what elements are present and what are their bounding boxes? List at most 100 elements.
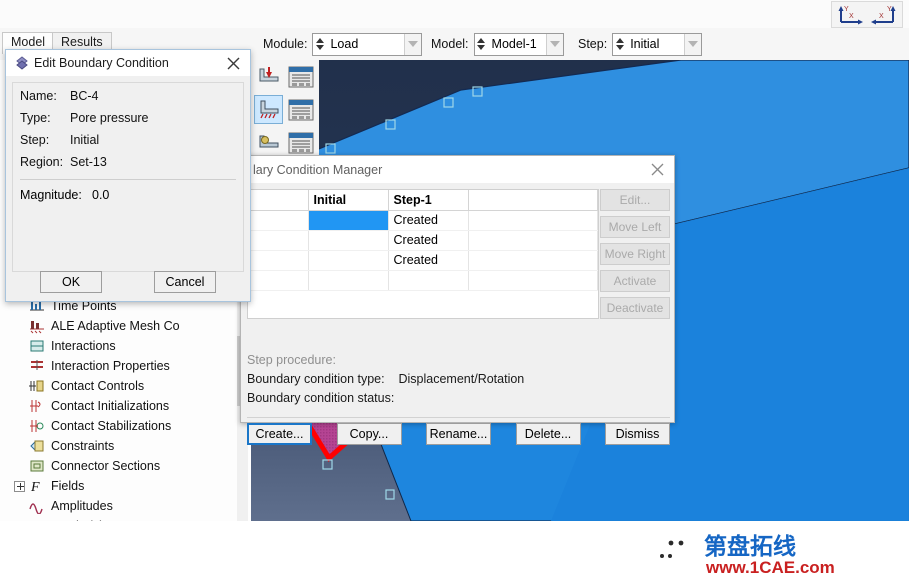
bc-cell-name[interactable] bbox=[248, 270, 309, 291]
create-button[interactable]: Create... bbox=[247, 423, 312, 445]
ale-adaptive-mesh-icon-wrap bbox=[28, 318, 46, 334]
expand-icon[interactable] bbox=[14, 480, 25, 492]
boundary-condition-manager-dialog[interactable]: lary Condition Manager Initial Step-1 Cr… bbox=[240, 155, 675, 445]
toolbar-row-1 bbox=[251, 60, 319, 93]
cancel-button[interactable]: Cancel bbox=[154, 271, 216, 293]
tree-item-label: Amplitudes bbox=[51, 499, 113, 513]
field-key: Type: bbox=[20, 111, 51, 125]
tab-results-label: Results bbox=[61, 35, 103, 49]
create-bc-icon bbox=[259, 66, 278, 81]
bc-table-row[interactable] bbox=[248, 270, 598, 291]
ok-button[interactable]: OK bbox=[40, 271, 102, 293]
bc-cell-blank bbox=[468, 210, 598, 231]
tree-item-label: Contact Initializations bbox=[51, 399, 170, 413]
view-orientation-triad[interactable]: Y X Y X bbox=[831, 1, 903, 28]
tab-model-label: Model bbox=[11, 35, 46, 49]
tree-item-connector-sections[interactable]: Connector Sections bbox=[14, 456, 250, 476]
bc-table-container[interactable]: Initial Step-1 Created Created Created bbox=[247, 189, 599, 319]
bc-cell-step1[interactable]: Created bbox=[388, 250, 469, 271]
delete-button[interactable]: Delete... bbox=[515, 423, 581, 445]
bc-cell-step1[interactable]: Created bbox=[388, 230, 469, 251]
bc-cell-initial[interactable] bbox=[308, 270, 389, 291]
step-label: Step: bbox=[578, 37, 608, 51]
button-label: Dismiss bbox=[615, 427, 660, 441]
module-combobox[interactable]: Load bbox=[312, 32, 423, 56]
bc-cell-initial[interactable] bbox=[308, 230, 389, 251]
field-key: Name: bbox=[20, 89, 57, 103]
bc-manager-icon bbox=[288, 66, 313, 87]
cancel-button-label: Cancel bbox=[165, 275, 205, 289]
bc-cell-initial[interactable] bbox=[308, 210, 389, 231]
tree-item-fields[interactable]: F Fields bbox=[14, 476, 250, 496]
module-value: Load bbox=[330, 37, 359, 51]
bc-status-label: Boundary condition status: bbox=[247, 391, 395, 405]
module-selector-group: Module: Load bbox=[263, 32, 423, 56]
magnitude-row: Magnitude: 0.0 bbox=[20, 184, 236, 206]
move-left-button: Move Left bbox=[600, 216, 670, 238]
create-load-button[interactable] bbox=[254, 95, 283, 124]
button-label: Move Right bbox=[604, 247, 666, 261]
model-tree[interactable]: Time Points ALE Adaptive Mesh Co Interacti… bbox=[0, 296, 250, 521]
tree-item-loads-1[interactable]: Loads (1) bbox=[14, 516, 250, 521]
rename-button[interactable]: Rename... bbox=[426, 423, 491, 445]
step-combobox[interactable]: Initial bbox=[612, 32, 703, 56]
button-label: Copy... bbox=[349, 427, 389, 441]
field-manager-button[interactable] bbox=[286, 128, 315, 157]
svg-text:F: F bbox=[30, 480, 40, 494]
bc-cell-step1[interactable]: Created bbox=[388, 210, 469, 231]
contact-initializations-icon bbox=[30, 400, 41, 412]
bc-table-row[interactable]: Created bbox=[248, 210, 598, 231]
module-dropdown-arrow[interactable] bbox=[404, 33, 422, 55]
tree-item-contact-stabilizations[interactable]: Contact Stabilizations bbox=[14, 416, 250, 436]
close-icon[interactable] bbox=[218, 50, 248, 76]
edit-bc-fields: Name: BC-4 Type: Pore pressure Step: Initial R… bbox=[20, 85, 236, 173]
load-module-toolbar bbox=[251, 60, 319, 160]
tree-item-amplitudes[interactable]: Amplitudes bbox=[14, 496, 250, 516]
create-field-button[interactable] bbox=[254, 128, 283, 157]
tree-item-constraints[interactable]: Constraints bbox=[14, 436, 250, 456]
field-key: Step: bbox=[20, 133, 50, 147]
bc-col-step1[interactable]: Step-1 bbox=[388, 190, 469, 211]
bc-cell-step1[interactable] bbox=[388, 270, 469, 291]
close-icon[interactable] bbox=[640, 156, 674, 183]
tree-item-ale-adaptive-mesh-co[interactable]: ALE Adaptive Mesh Co bbox=[14, 316, 250, 336]
bc-cell-name[interactable] bbox=[248, 230, 309, 251]
bc-manager-side-buttons: Edit... Move Left Move Right Activate Deacti… bbox=[600, 189, 670, 324]
dismiss-button[interactable]: Dismiss bbox=[605, 423, 670, 445]
create-bc-button[interactable] bbox=[254, 62, 283, 91]
bc-table-header-row: Initial Step-1 bbox=[248, 190, 598, 211]
model-dropdown-arrow[interactable] bbox=[545, 33, 563, 55]
bc-cell-initial[interactable] bbox=[308, 250, 389, 271]
edit-bc-title-text: Edit Boundary Condition bbox=[34, 56, 169, 70]
tree-item-contact-controls[interactable]: Contact Controls bbox=[14, 376, 250, 396]
step-procedure-row: Step procedure: bbox=[247, 351, 670, 370]
tree-item-contact-initializations[interactable]: Contact Initializations bbox=[14, 396, 250, 416]
edit-boundary-condition-dialog[interactable]: Edit Boundary Condition Name: BC-4 Type: Po… bbox=[5, 49, 251, 302]
module-spinner[interactable] bbox=[314, 34, 325, 55]
constraints-icon bbox=[30, 440, 44, 452]
magnitude-value[interactable]: 0.0 bbox=[92, 188, 109, 202]
contact-stabilizations-icon-wrap bbox=[28, 418, 46, 434]
step-spinner[interactable] bbox=[614, 34, 625, 55]
tree-item-label: ALE Adaptive Mesh Co bbox=[51, 319, 180, 333]
bc-cell-name[interactable] bbox=[248, 250, 309, 271]
bc-table-row[interactable]: Created bbox=[248, 250, 598, 271]
interactions-icon-wrap bbox=[28, 338, 46, 354]
tree-item-interaction-properties[interactable]: Interaction Properties bbox=[14, 356, 250, 376]
bc-table-row[interactable]: Created bbox=[248, 230, 598, 251]
copy-button[interactable]: Copy... bbox=[336, 423, 402, 445]
bc-col-initial[interactable]: Initial bbox=[308, 190, 389, 211]
bc-col-name[interactable] bbox=[248, 190, 309, 211]
bc-cell-name[interactable] bbox=[248, 210, 309, 231]
step-dropdown-arrow[interactable] bbox=[684, 33, 702, 55]
bc-status-row: Boundary condition status: bbox=[247, 389, 670, 408]
load-manager-button[interactable] bbox=[286, 95, 315, 124]
step-value: Initial bbox=[630, 37, 660, 51]
tree-item-label: Fields bbox=[51, 479, 85, 493]
tree-item-interactions[interactable]: Interactions bbox=[14, 336, 250, 356]
step-procedure-label: Step procedure: bbox=[247, 353, 336, 367]
deactivate-button: Deactivate bbox=[600, 297, 670, 319]
model-spinner[interactable] bbox=[476, 34, 487, 55]
bc-manager-button[interactable] bbox=[286, 62, 315, 91]
model-combobox[interactable]: Model-1 bbox=[473, 32, 564, 56]
